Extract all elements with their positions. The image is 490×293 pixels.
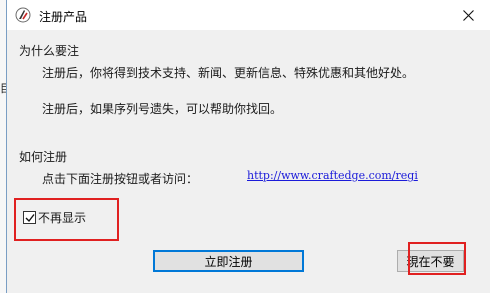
checkmark-icon — [25, 214, 35, 223]
window-title: 注册产品 — [39, 10, 88, 24]
close-button[interactable] — [445, 0, 490, 30]
why-register-heading: 为什么要注 — [19, 44, 80, 58]
not-now-button[interactable]: 現在不要 — [397, 250, 464, 272]
dialog-content: 为什么要注 注册后，你将得到技术支持、新闻、更新信息、特殊优惠和其他好处。 注册… — [7, 30, 490, 293]
register-instruction: 点击下面注册按钮或者访问： — [42, 172, 199, 186]
register-url-link[interactable]: http://www.craftedge.com/regi — [247, 169, 418, 182]
close-icon — [462, 9, 474, 21]
register-now-button[interactable]: 立即注册 — [153, 250, 304, 272]
craftedge-logo-icon — [15, 7, 31, 23]
benefit-text-2: 注册后，如果序列号遗失，可以帮助你找回。 — [42, 102, 283, 116]
benefit-text-1: 注册后，你将得到技术支持、新闻、更新信息、特殊优惠和其他好处。 — [42, 66, 415, 80]
dont-show-label: 不再显示 — [38, 211, 87, 225]
how-register-heading: 如何注册 — [19, 150, 68, 164]
register-dialog: 注册产品 为什么要注 注册后，你将得到技术支持、新闻、更新信息、特殊优惠和其他好… — [6, 0, 490, 293]
dont-show-checkbox[interactable]: 不再显示 — [23, 209, 86, 226]
title-bar: 注册产品 — [7, 0, 490, 30]
checkbox-box[interactable] — [23, 211, 36, 224]
